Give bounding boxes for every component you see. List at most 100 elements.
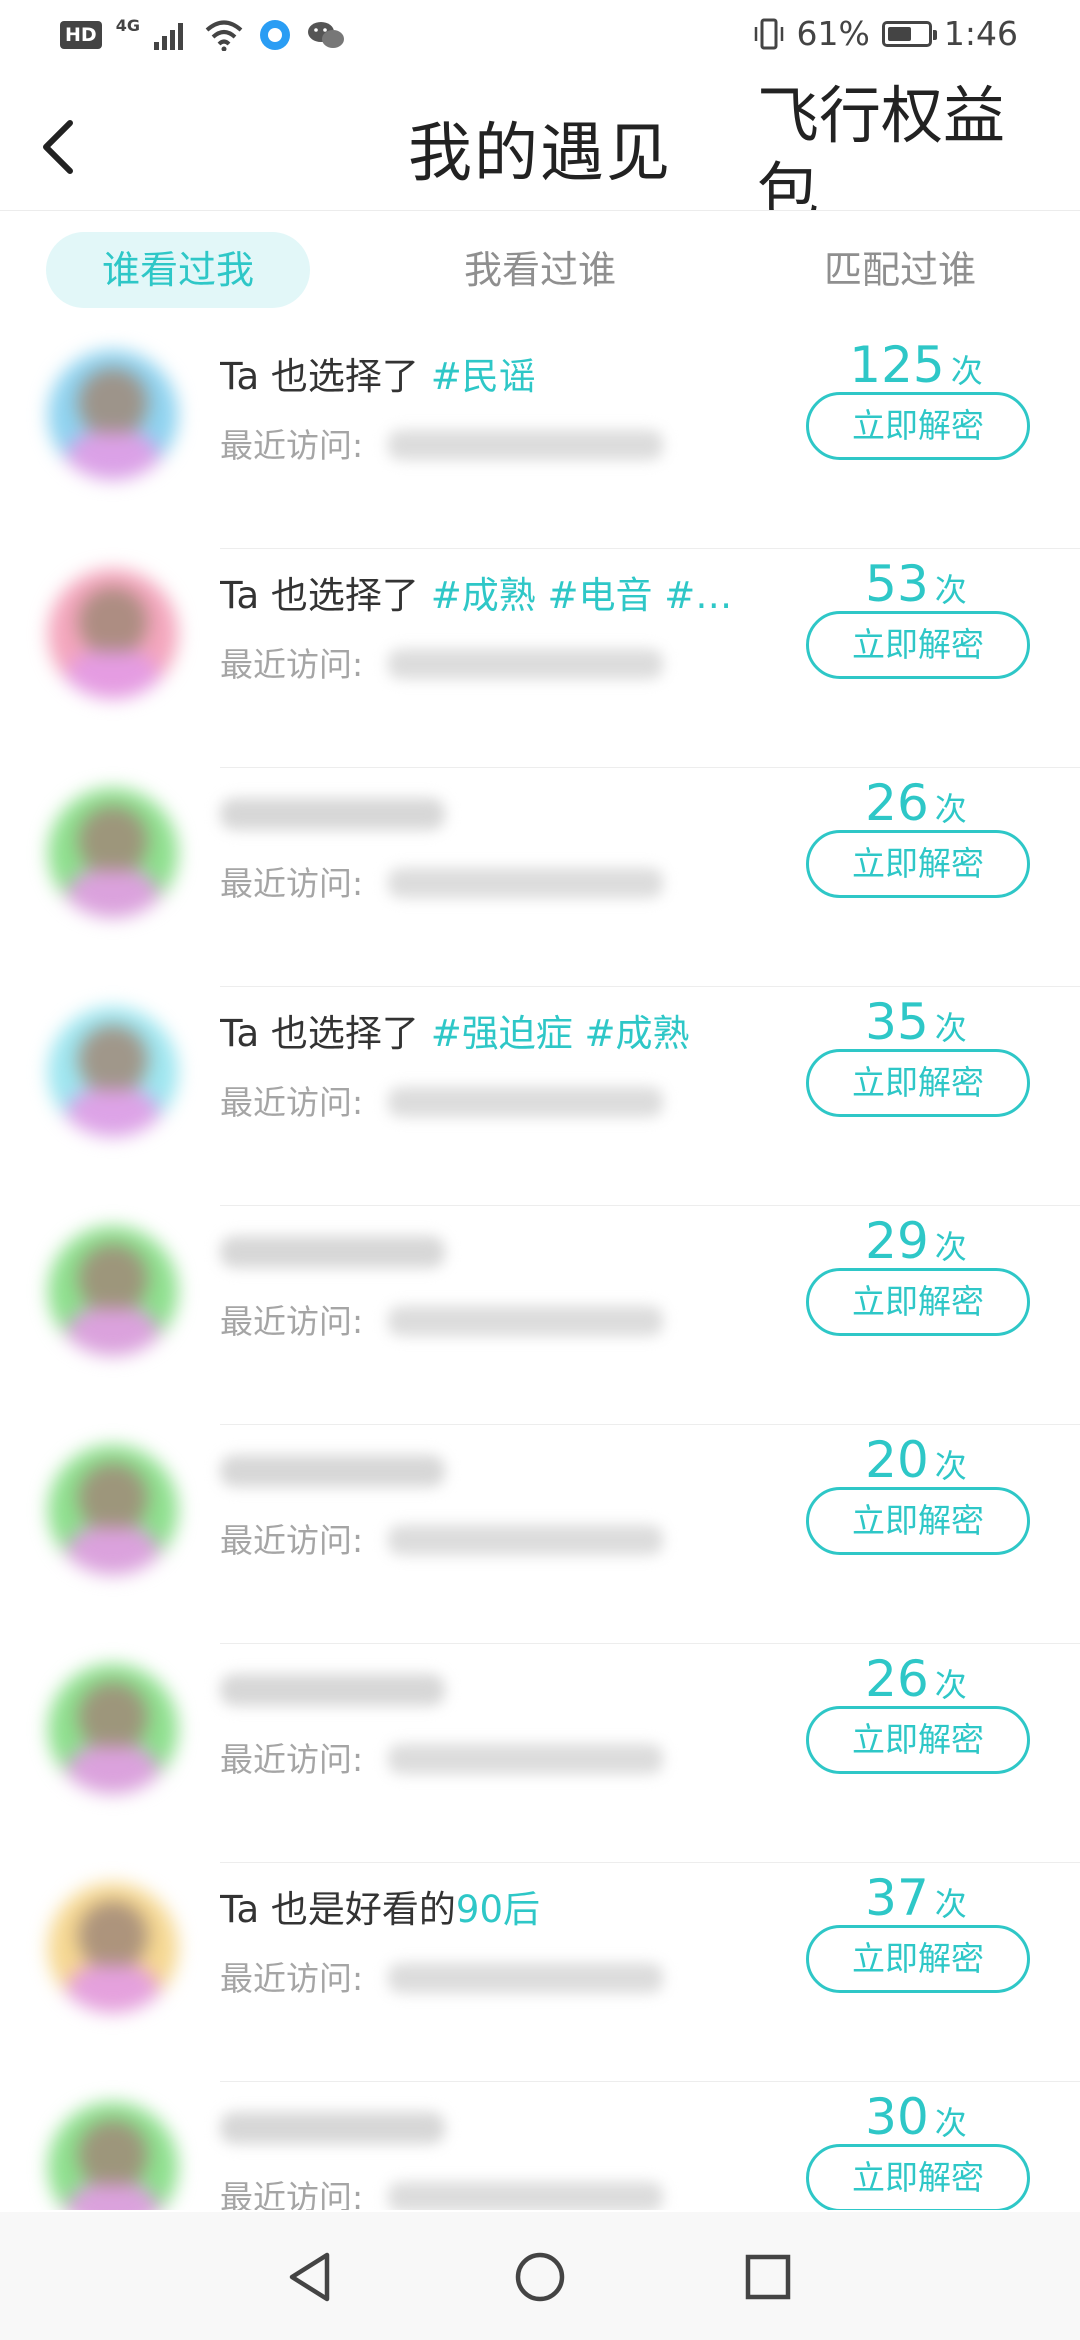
recents-square-icon [745, 2254, 791, 2300]
nav-home-button[interactable] [505, 2242, 575, 2312]
blurred-visit-time [388, 649, 663, 679]
shared-interest-text: Ta 也选择了 #强迫症 #成熟 [220, 1001, 740, 1067]
interest-prefix: Ta 也选择了 [220, 574, 431, 617]
visitor-row[interactable]: Ta 也是好看的90后 最近访问: 37 次立即解密 [0, 1863, 1080, 2082]
tab-who-viewed-me[interactable]: 谁看过我 [46, 232, 310, 308]
visitor-row[interactable]: Ta 也选择了 #强迫症 #成熟 最近访问: 35 次立即解密 [0, 987, 1080, 1206]
visitor-row[interactable]: 最近访问: 26 次立即解密 [0, 768, 1080, 987]
nav-recents-button[interactable] [733, 2242, 803, 2312]
recent-visit-label: 最近访问: [220, 1302, 364, 1341]
unlock-button[interactable]: 立即解密 [806, 1487, 1030, 1555]
unlock-button[interactable]: 立即解密 [806, 1925, 1030, 1993]
visitor-row[interactable]: 最近访问: 30 次立即解密 [0, 2082, 1080, 2210]
unlock-button[interactable]: 立即解密 [806, 1049, 1030, 1117]
home-circle-icon [515, 2252, 565, 2302]
status-bar: HD 4G 61% 1:46 [0, 0, 1080, 76]
visit-count-unit: 次 [934, 1009, 967, 1047]
blurred-name [220, 1236, 445, 1268]
visit-count-unit: 次 [950, 352, 983, 390]
clock: 1:46 [943, 14, 1018, 53]
tab-bar: 谁看过我 我看过谁 匹配过谁 [0, 218, 1080, 318]
vibrate-icon [754, 18, 783, 49]
perks-link[interactable]: 飞行权益包 [757, 78, 1027, 210]
recent-visit-label: 最近访问: [220, 645, 364, 684]
blurred-visit-time [388, 2182, 663, 2210]
battery-level [887, 26, 912, 41]
recent-visit-label: 最近访问: [220, 426, 364, 465]
unlock-button[interactable]: 立即解密 [806, 1706, 1030, 1774]
blurred-visit-time [388, 430, 663, 460]
visit-count-number: 26 [865, 774, 929, 832]
avatar[interactable] [48, 569, 178, 699]
blurred-name [220, 1455, 445, 1487]
unlock-button[interactable]: 立即解密 [806, 830, 1030, 898]
unlock-button[interactable]: 立即解密 [806, 611, 1030, 679]
blurred-visit-time [388, 1525, 663, 1555]
app-header: 我的遇见 飞行权益包 [0, 76, 1080, 211]
visitor-list[interactable]: Ta 也选择了 #民谣 最近访问: 125 次立即解密 Ta 也选择了 #成熟 #电音 … [0, 330, 1080, 2210]
unlock-button[interactable]: 立即解密 [806, 392, 1030, 460]
unlock-button[interactable]: 立即解密 [806, 2144, 1030, 2210]
recent-visit-label: 最近访问: [220, 1740, 364, 1779]
unlock-button[interactable]: 立即解密 [806, 1268, 1030, 1336]
visitor-row[interactable]: 最近访问: 20 次立即解密 [0, 1425, 1080, 1644]
back-triangle-icon [289, 2252, 330, 2302]
visit-count-unit: 次 [934, 1228, 967, 1266]
blurred-name [220, 798, 445, 830]
avatar[interactable] [48, 1226, 178, 1356]
nav-back-button[interactable] [275, 2242, 345, 2312]
visit-count-unit: 次 [934, 571, 967, 609]
interest-tags: #强迫症 #成熟 [430, 1012, 690, 1055]
interest-prefix: Ta 也是好看的 [220, 1888, 456, 1931]
app-notification-icon [259, 20, 290, 50]
visit-count-number: 29 [865, 1212, 929, 1270]
hd-badge: HD [60, 21, 102, 49]
blurred-visit-time [388, 868, 663, 898]
recent-visit-label: 最近访问: [220, 1083, 364, 1122]
avatar[interactable] [48, 2102, 178, 2210]
visit-count-unit: 次 [934, 2104, 967, 2142]
shared-interest-text: Ta 也选择了 #民谣 [220, 344, 740, 410]
visit-count-unit: 次 [934, 1666, 967, 1704]
recent-visit-label: 最近访问: [220, 1521, 364, 1560]
interest-prefix: Ta 也选择了 [220, 355, 431, 398]
battery-icon [881, 20, 937, 47]
avatar[interactable] [48, 1664, 178, 1794]
status-left: HD 4G [60, 15, 346, 52]
avatar[interactable] [48, 1007, 178, 1137]
visit-count-number: 30 [865, 2088, 929, 2146]
visitor-row[interactable]: Ta 也选择了 #成熟 #电音 #… 最近访问: 53 次立即解密 [0, 549, 1080, 768]
avatar[interactable] [48, 350, 178, 480]
visit-count-number: 53 [865, 555, 929, 613]
visit-count-number: 125 [849, 336, 945, 394]
tab-who-i-viewed[interactable]: 我看过谁 [410, 232, 670, 308]
visit-count-unit: 次 [934, 1447, 967, 1485]
shared-interest-text: Ta 也选择了 #成熟 #电音 #… [220, 563, 740, 629]
network-type: 4G [115, 15, 140, 35]
wifi-icon [205, 20, 243, 51]
blurred-visit-time [388, 1306, 663, 1336]
blurred-name [220, 2112, 445, 2144]
blurred-visit-time [388, 1087, 663, 1117]
avatar[interactable] [48, 788, 178, 918]
recent-visit-label: 最近访问: [220, 864, 364, 903]
status-right: 61% 1:46 [753, 14, 1018, 53]
blurred-visit-time [388, 1744, 663, 1774]
avatar[interactable] [48, 1883, 178, 2013]
visit-count-number: 20 [865, 1431, 929, 1489]
visitor-row[interactable]: 最近访问: 26 次立即解密 [0, 1644, 1080, 1863]
visit-count-unit: 次 [934, 1885, 967, 1923]
interest-tags: #成熟 #电音 #… [430, 574, 733, 617]
visit-count-number: 26 [865, 1650, 929, 1708]
avatar[interactable] [48, 1445, 178, 1575]
tab-who-i-matched[interactable]: 匹配过谁 [770, 232, 1030, 308]
wechat-icon [307, 22, 344, 48]
recent-visit-label: 最近访问: [220, 2178, 364, 2210]
visitor-row[interactable]: Ta 也选择了 #民谣最近访问: 125 次立即解密 [0, 330, 1080, 549]
visitor-row[interactable]: 最近访问: 29 次立即解密 [0, 1206, 1080, 1425]
signal-icon [153, 23, 183, 50]
interest-prefix: Ta 也选择了 [220, 1012, 431, 1055]
blurred-visit-time [388, 1963, 663, 1993]
shared-interest-text: Ta 也是好看的90后 [220, 1877, 740, 1943]
recent-visit-label: 最近访问: [220, 1959, 364, 1998]
